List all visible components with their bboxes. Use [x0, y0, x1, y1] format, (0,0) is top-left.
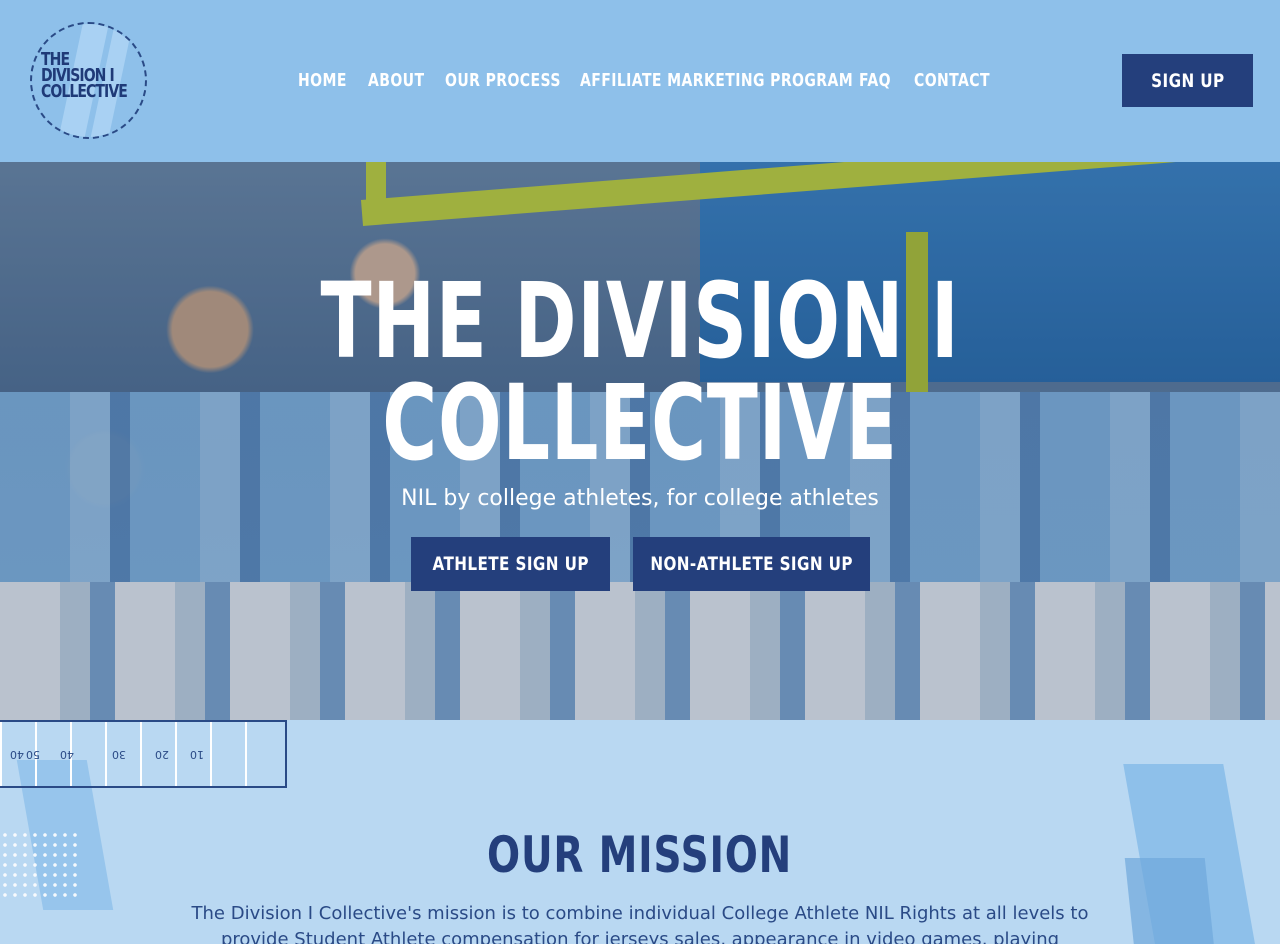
yardline-tick: [0, 722, 2, 786]
nav-our-process[interactable]: OUR PROCESS: [445, 70, 561, 91]
nav-contact[interactable]: CONTACT: [914, 70, 990, 91]
hero-subtitle: NIL by college athletes, for college ath…: [401, 486, 879, 511]
non-athlete-sign-up-label: NON-ATHLETE SIGN UP: [650, 553, 853, 575]
hero-title: THE DIVISION I COLLECTIVE: [0, 260, 1280, 484]
nav-home[interactable]: HOME: [298, 70, 347, 91]
yardline-number: 30: [112, 748, 126, 761]
nav-faq[interactable]: FAQ: [859, 70, 891, 91]
yardline-number: 50: [26, 748, 40, 761]
yardline-tick: [105, 722, 107, 786]
nav-about[interactable]: ABOUT: [368, 70, 424, 91]
yardline-number: 10: [190, 748, 204, 761]
yardline-tick: [140, 722, 142, 786]
main-nav: HOME ABOUT OUR PROCESS AFFILIATE MARKETI…: [0, 70, 1280, 94]
hero-title-line: COLLECTIVE: [382, 362, 898, 484]
nav-affiliate-marketing-program[interactable]: AFFILIATE MARKETING PROGRAM: [580, 70, 853, 91]
hero-title-line: THE DIVISION I: [320, 260, 960, 382]
mission-paragraph: The Division I Collective's mission is t…: [191, 903, 1089, 944]
sign-up-button[interactable]: SIGN UP: [1122, 54, 1253, 107]
yardline-number: 40: [10, 748, 24, 761]
yardline-tick: [210, 722, 212, 786]
yardline-number: 40: [60, 748, 74, 761]
mission-heading: OUR MISSION: [0, 826, 1280, 884]
yardline-field: 10 20 30 40 50 40: [0, 722, 245, 786]
yardline-number: 20: [155, 748, 169, 761]
yardline-tick: [175, 722, 177, 786]
mission-heading-text: OUR MISSION: [487, 826, 793, 884]
athlete-sign-up-label: ATHLETE SIGN UP: [432, 553, 589, 575]
athlete-sign-up-button[interactable]: ATHLETE SIGN UP: [411, 537, 610, 591]
site-header: THE DIVISION I COLLECTIVE HOME ABOUT OUR…: [0, 0, 1280, 162]
yardline-graphic: 10 20 30 40 50 40: [0, 720, 287, 788]
non-athlete-sign-up-button[interactable]: NON-ATHLETE SIGN UP: [633, 537, 870, 591]
yardline-endzone: [245, 722, 285, 786]
sign-up-label: SIGN UP: [1150, 69, 1225, 92]
